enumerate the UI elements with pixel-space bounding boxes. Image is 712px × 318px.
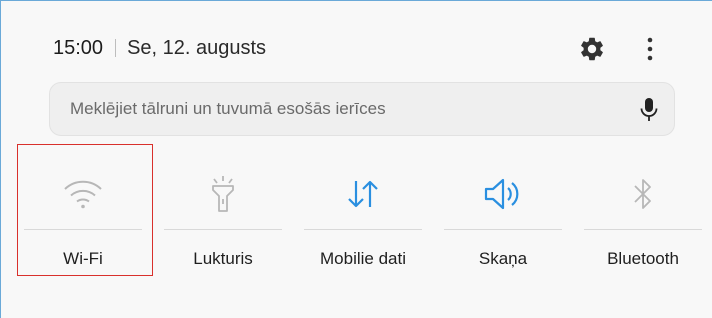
tile-mobile-data[interactable]: Mobilie dati — [304, 161, 422, 291]
flashlight-icon[interactable] — [164, 169, 282, 219]
tile-sound[interactable]: Skaņa — [444, 161, 562, 291]
tile-divider — [584, 229, 702, 230]
tile-bluetooth[interactable]: Bluetooth — [584, 161, 702, 291]
tile-divider — [304, 229, 422, 230]
mobile-data-icon[interactable] — [304, 169, 422, 219]
status-separator — [115, 39, 117, 57]
sound-icon[interactable] — [444, 169, 562, 219]
tile-label-bluetooth: Bluetooth — [607, 249, 679, 268]
tile-label-sound: Skaņa — [478, 249, 528, 268]
gear-icon[interactable] — [578, 35, 606, 63]
tile-label-mobile-data: Mobilie dati — [320, 249, 406, 268]
date-label: Se, 12. augusts — [127, 36, 267, 59]
tile-label-flashlight: Lukturis — [193, 249, 253, 268]
more-vert-icon[interactable] — [640, 35, 660, 63]
clock-time: 15:00 — [53, 36, 104, 59]
quick-settings-panel: 15:00 Se, 12. augusts Meklējiet tālruni … — [1, 1, 712, 318]
bluetooth-icon[interactable] — [584, 169, 702, 219]
tile-divider — [164, 229, 282, 230]
tile-flashlight[interactable]: Lukturis — [164, 161, 282, 291]
quick-settings-screen: 15:00 Se, 12. augusts Meklējiet tālruni … — [0, 0, 712, 318]
device-search-bar[interactable]: Meklējiet tālruni un tuvumā esošās ierīc… — [49, 82, 675, 136]
tile-divider — [444, 229, 562, 230]
wifi-highlight-box — [17, 144, 153, 276]
status-row: 15:00 Se, 12. augusts — [53, 33, 266, 63]
search-placeholder[interactable]: Meklējiet tālruni un tuvumā esošās ierīc… — [70, 99, 386, 119]
microphone-icon[interactable] — [637, 97, 661, 123]
